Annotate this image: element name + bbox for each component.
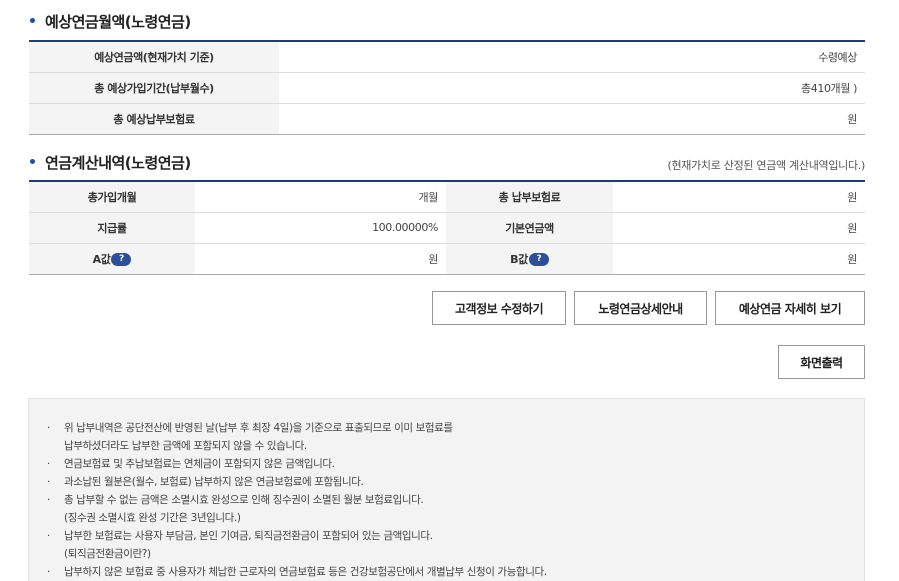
retirement-conversion-link[interactable]: (퇴직금전환금이란?) <box>64 545 846 563</box>
row-label-b: B값? <box>446 243 613 275</box>
row-value: 원 <box>613 181 865 213</box>
row-label: 기본연금액 <box>446 212 613 244</box>
calculation-note: (현재가치로 산정된 연금액 계산내역입니다.) <box>667 159 865 172</box>
section2-title-text: 연금계산내역(노령연금) <box>45 154 191 172</box>
view-pension-detail-button[interactable]: 예상연금 자세히 보기 <box>715 291 865 325</box>
bullet-dot-icon <box>30 159 35 164</box>
row-value: 원 <box>613 243 865 275</box>
row-label: 총 납부보험료 <box>446 181 613 213</box>
section1-title-text: 예상연금월액(노령연금) <box>45 13 191 31</box>
row-value: 원 <box>195 243 446 275</box>
row-value: 원 <box>613 212 865 244</box>
notice-box: · 위 납부내역은 공단전산에 반영된 날(납부 후 최장 4일)을 기준으로 표… <box>28 398 865 581</box>
row-value: 총410개월 ) <box>279 72 865 104</box>
table-row: 예상연금액(현재가치 기준) 수령예상 <box>29 41 865 73</box>
table-row: 총 예상가입기간(납부월수) 총410개월 ) <box>29 72 865 104</box>
section-title-expected-pension: 예상연금월액(노령연금) <box>30 11 191 32</box>
bullet-dot-icon <box>30 18 35 23</box>
table-row: 총 예상납부보험료 원 <box>29 103 865 135</box>
print-screen-button[interactable]: 화면출력 <box>778 345 865 379</box>
row-label: 총가입개월 <box>29 181 195 213</box>
list-item: · 납부하지 않은 보험료 중 사용자가 체납한 근로자의 연금보험료 등은 건강… <box>47 566 547 578</box>
row-label: 총 예상가입기간(납부월수) <box>29 72 279 104</box>
section-title-pension-calculation: 연금계산내역(노령연금) <box>30 152 191 173</box>
help-icon[interactable]: ? <box>111 253 132 266</box>
table-row: 총가입개월 개월 총 납부보험료 원 <box>29 181 865 213</box>
pension-detail-guide-button[interactable]: 노령연금상세안내 <box>574 291 707 325</box>
expected-pension-table: 예상연금액(현재가치 기준) 수령예상 총 예상가입기간(납부월수) 총410개… <box>29 40 865 135</box>
row-value: 원 <box>279 103 865 135</box>
row-label: 지급률 <box>29 212 195 244</box>
help-icon[interactable]: ? <box>528 253 549 266</box>
a-value-label: A값 <box>92 252 111 266</box>
b-value-label: B값 <box>510 252 528 266</box>
row-label-a: A값? <box>29 243 195 275</box>
edit-customer-info-button[interactable]: 고객정보 수정하기 <box>432 291 566 325</box>
row-value: 수령예상 <box>279 41 865 73</box>
table-row: 지급률 100.00000% 기본연금액 원 <box>29 212 865 244</box>
list-item: · 연금보험료 및 추납보험료는 연체금이 포함되지 않은 금액입니다. <box>47 458 335 470</box>
notice-list: · 위 납부내역은 공단전산에 반영된 날(납부 후 최장 4일)을 기준으로 표… <box>47 419 846 581</box>
row-value: 개월 <box>195 181 446 213</box>
row-value: 100.00000% <box>195 212 446 244</box>
list-item: · 위 납부내역은 공단전산에 반영된 날(납부 후 최장 4일)을 기준으로 표… <box>47 422 453 452</box>
pension-calculation-table: 총가입개월 개월 총 납부보험료 원 지급률 100.00000% 기본연금액 … <box>29 180 865 275</box>
row-label: 총 예상납부보험료 <box>29 103 279 135</box>
list-item: · 과소납된 월분은(월수, 보험료) 납부하지 않은 연금보험료에 포함됩니다. <box>47 476 364 488</box>
list-item: · 납부한 보험료는 사용자 부담금, 본인 기여금, 퇴직금전환금이 포함되어 … <box>47 527 846 563</box>
row-label: 예상연금액(현재가치 기준) <box>29 41 279 73</box>
list-item: · 총 납부할 수 없는 금액은 소멸시효 완성으로 인해 징수권이 소멸된 월분… <box>47 494 424 524</box>
table-row: A값? 원 B값? 원 <box>29 243 865 275</box>
